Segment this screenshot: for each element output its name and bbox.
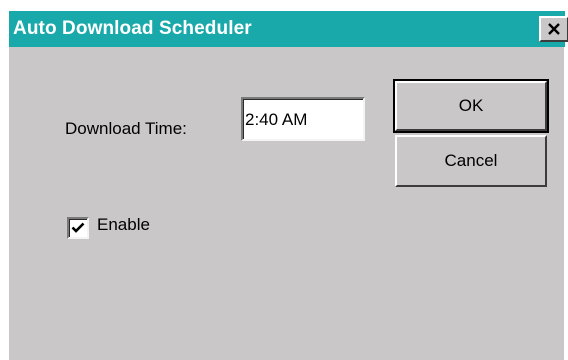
download-time-input[interactable]	[241, 97, 365, 141]
title-bar[interactable]: Auto Download Scheduler	[9, 11, 568, 47]
ok-button[interactable]: OK	[393, 79, 549, 133]
close-icon	[548, 23, 560, 35]
enable-checkbox[interactable]	[67, 217, 89, 239]
close-button[interactable]	[539, 16, 568, 42]
auto-download-scheduler-dialog: Auto Download Scheduler Download Time: O…	[8, 10, 568, 360]
window-title: Auto Download Scheduler	[13, 18, 252, 39]
download-time-label: Download Time:	[65, 119, 187, 138]
checkmark-icon	[71, 222, 85, 233]
enable-label[interactable]: Enable	[97, 215, 150, 235]
cancel-button[interactable]: Cancel	[395, 135, 547, 187]
